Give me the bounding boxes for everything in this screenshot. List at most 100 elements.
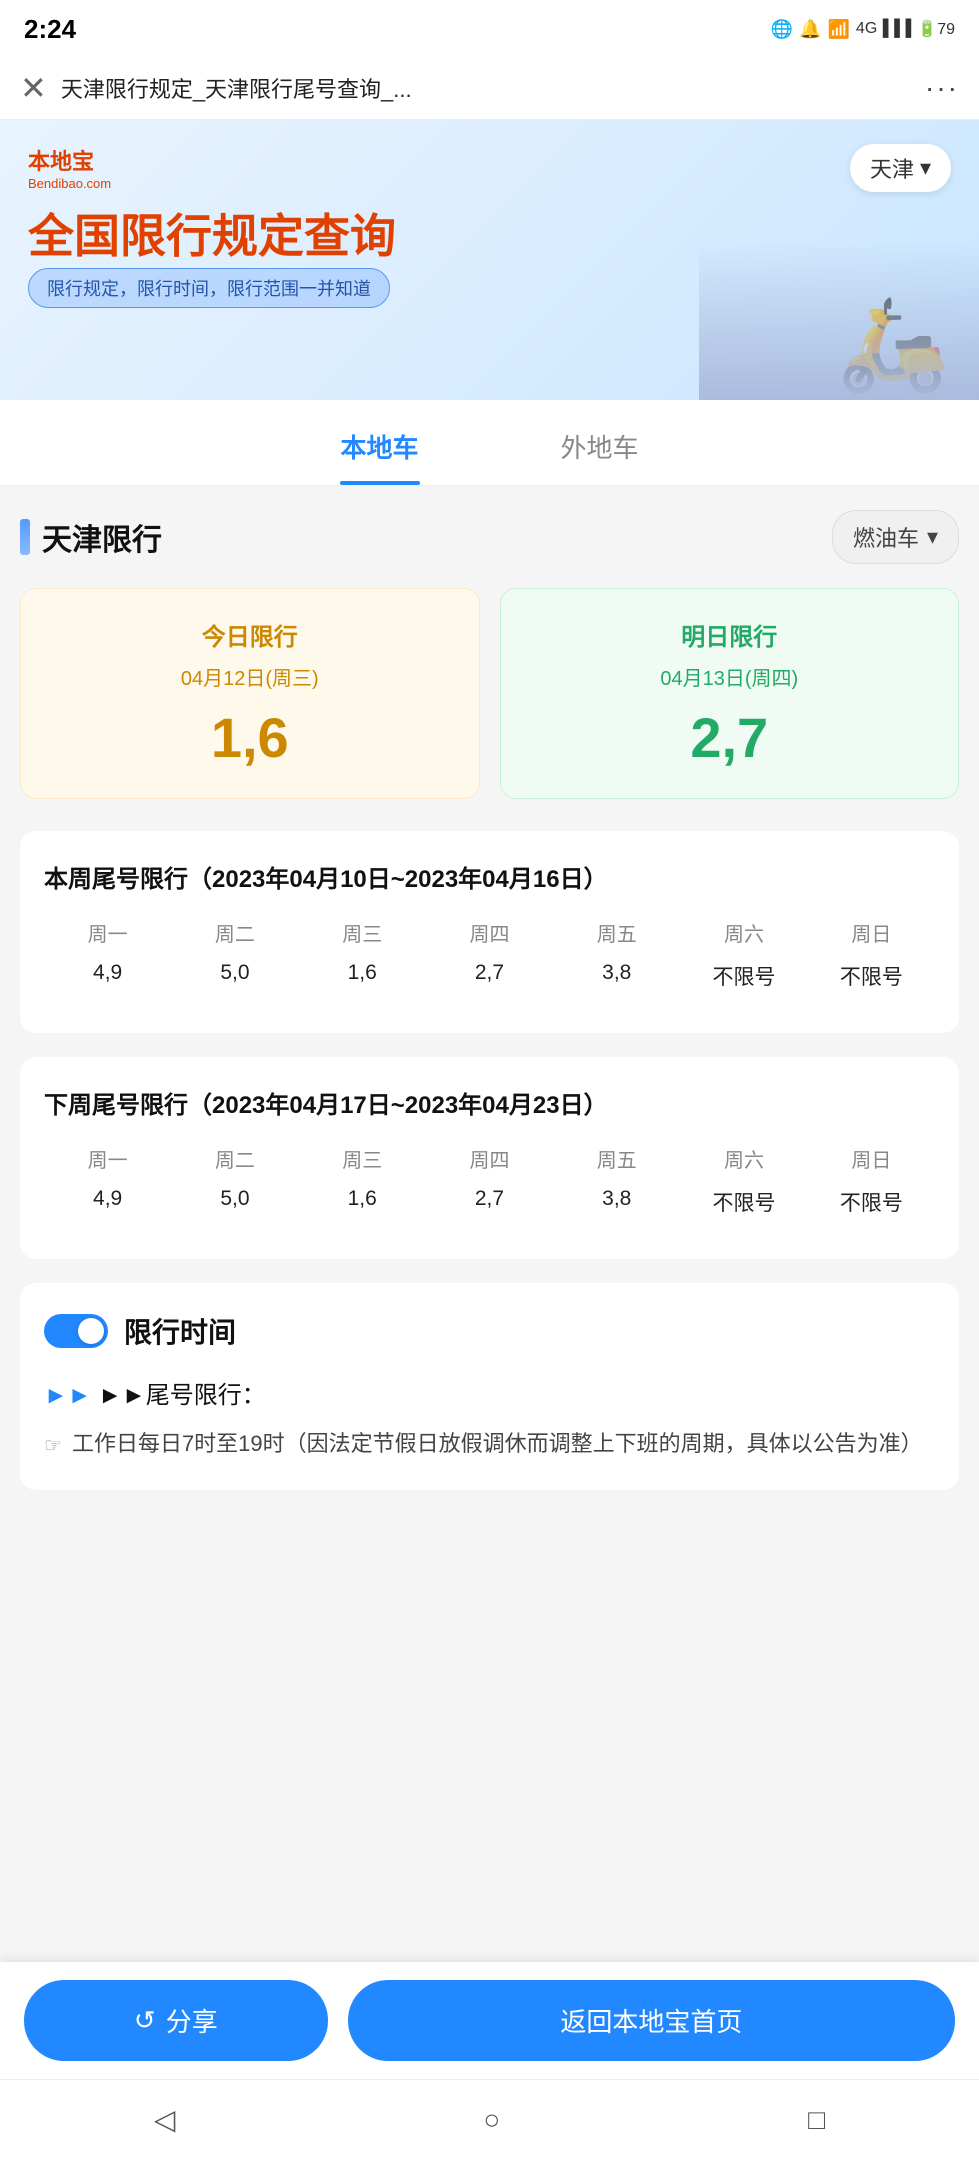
- week-header-sun: 周日: [808, 918, 935, 947]
- city-selector[interactable]: 天津 ▾: [850, 144, 951, 192]
- this-week-table: 周一 周二 周三 周四 周五 周六 周日 4,9 5,0 1,6 2,7 3,8…: [44, 918, 935, 991]
- city-label: 天津: [870, 152, 914, 184]
- status-time: 2:24: [24, 14, 76, 45]
- logo-sub: Bendibao.com: [28, 176, 111, 191]
- banner-title-part2: 限行规定: [120, 210, 304, 262]
- this-week-section: 本周尾号限行（2023年04月10日~2023年04月16日） 周一 周二 周三…: [20, 831, 959, 1033]
- close-button[interactable]: ✕: [20, 72, 47, 104]
- network-icon: 🌐: [771, 19, 793, 40]
- this-week-sat: 不限号: [680, 961, 807, 991]
- nav-recent-icon[interactable]: □: [808, 2104, 825, 2136]
- section-title-group: 天津限行: [20, 515, 162, 559]
- logo-text: 本地宝: [28, 144, 111, 176]
- section-header: 天津限行 燃油车 ▾: [20, 510, 959, 564]
- next-week-mon: 4,9: [44, 1187, 171, 1217]
- today-card-date: 04月12日(周三): [45, 662, 455, 691]
- banner-main-title: 全国限行规定查询: [28, 200, 396, 266]
- time-section: 限行时间 ►► ►►尾号限行： ☞ 工作日每日7时至19时（因法定节假日放假调休…: [20, 1283, 959, 1490]
- next-week-header-thu: 周四: [426, 1144, 553, 1173]
- week-header-wed: 周三: [299, 918, 426, 947]
- week-header-mon: 周一: [44, 918, 171, 947]
- main-content: 天津限行 燃油车 ▾ 今日限行 04月12日(周三) 1,6 明日限行 04月1…: [0, 486, 979, 1738]
- time-restriction-label: ►►尾号限行：: [98, 1382, 266, 1409]
- week-header-fri: 周五: [553, 918, 680, 947]
- tab-foreign-car[interactable]: 外地车: [490, 400, 710, 485]
- next-week-header-fri: 周五: [553, 1144, 680, 1173]
- buildings-illustration: [699, 240, 979, 400]
- time-detail-text: 工作日每日7时至19时（因法定节假日放假调休而调整上下班的周期，具体以公告为准）: [72, 1426, 923, 1461]
- nav-home-icon[interactable]: ○: [483, 2104, 500, 2136]
- this-week-fri: 3,8: [553, 961, 680, 991]
- battery-icon: 🔋79: [917, 19, 955, 39]
- next-week-header-tue: 周二: [171, 1144, 298, 1173]
- status-bar: 2:24 🌐 🔔 📶 4G▐▐▐ 🔋79: [0, 0, 979, 56]
- time-title: 限行时间: [124, 1311, 236, 1351]
- nav-back-icon[interactable]: ◁: [154, 2103, 176, 2136]
- city-dropdown-icon: ▾: [920, 155, 931, 181]
- wifi-icon: 📶: [828, 19, 850, 40]
- banner-title-part3: 查询: [304, 210, 396, 262]
- tab-local-car-label: 本地车: [340, 433, 418, 463]
- toggle-knob: [78, 1318, 104, 1344]
- tab-bar: 本地车 外地车: [0, 400, 979, 486]
- tomorrow-card-date: 04月13日(周四): [525, 662, 935, 691]
- this-week-title: 本周尾号限行（2023年04月10日~2023年04月16日）: [44, 859, 935, 894]
- signal-icon: 4G▐▐▐: [856, 20, 911, 38]
- this-week-thu: 2,7: [426, 961, 553, 991]
- browser-bar: ✕ 天津限行规定_天津限行尾号查询_... ···: [0, 56, 979, 120]
- share-icon: ↺: [134, 2005, 156, 2036]
- time-arrow-label: ►► ►►尾号限行：: [44, 1375, 935, 1410]
- time-detail: ☞ 工作日每日7时至19时（因法定节假日放假调休而调整上下班的周期，具体以公告为…: [44, 1426, 935, 1462]
- section-title: 天津限行: [42, 515, 162, 559]
- next-week-title: 下周尾号限行（2023年04月17日~2023年04月23日）: [44, 1085, 935, 1120]
- tomorrow-card: 明日限行 04月13日(周四) 2,7: [500, 588, 960, 799]
- banner-logo: 本地宝 Bendibao.com: [28, 144, 111, 191]
- today-card: 今日限行 04月12日(周三) 1,6: [20, 588, 480, 799]
- banner-title-part1: 全国: [28, 210, 120, 262]
- next-week-header-mon: 周一: [44, 1144, 171, 1173]
- this-week-header-row: 周一 周二 周三 周四 周五 周六 周日: [44, 918, 935, 947]
- fuel-type-selector[interactable]: 燃油车 ▾: [832, 510, 959, 564]
- time-arrow-icon: ►►: [44, 1382, 98, 1409]
- fuel-dropdown-icon: ▾: [927, 524, 938, 550]
- next-week-fri: 3,8: [553, 1187, 680, 1217]
- bottom-action-bar: ↺ 分享 返回本地宝首页: [0, 1962, 979, 2079]
- tomorrow-card-numbers: 2,7: [525, 705, 935, 770]
- next-week-wed: 1,6: [299, 1187, 426, 1217]
- tab-local-car[interactable]: 本地车: [270, 400, 490, 485]
- home-label: 返回本地宝首页: [560, 2007, 742, 2037]
- today-card-numbers: 1,6: [45, 705, 455, 770]
- next-week-thu: 2,7: [426, 1187, 553, 1217]
- time-toggle[interactable]: [44, 1314, 108, 1348]
- next-week-sun: 不限号: [808, 1187, 935, 1217]
- tomorrow-card-label: 明日限行: [525, 617, 935, 652]
- share-label: 分享: [166, 2002, 218, 2039]
- this-week-value-row: 4,9 5,0 1,6 2,7 3,8 不限号 不限号: [44, 961, 935, 991]
- next-week-value-row: 4,9 5,0 1,6 2,7 3,8 不限号 不限号: [44, 1187, 935, 1217]
- next-week-header-sun: 周日: [808, 1144, 935, 1173]
- section-accent-icon: [20, 519, 30, 555]
- time-header: 限行时间: [44, 1311, 935, 1351]
- next-week-header-sat: 周六: [680, 1144, 807, 1173]
- tab-foreign-car-label: 外地车: [560, 433, 638, 463]
- banner-subtitle: 限行规定，限行时间，限行范围一并知道: [28, 268, 390, 308]
- restriction-cards: 今日限行 04月12日(周三) 1,6 明日限行 04月13日(周四) 2,7: [20, 588, 959, 799]
- home-button[interactable]: 返回本地宝首页: [348, 1980, 955, 2061]
- this-week-sun: 不限号: [808, 961, 935, 991]
- today-card-label: 今日限行: [45, 617, 455, 652]
- next-week-header-row: 周一 周二 周三 周四 周五 周六 周日: [44, 1144, 935, 1173]
- this-week-mon: 4,9: [44, 961, 171, 991]
- week-header-tue: 周二: [171, 918, 298, 947]
- this-week-wed: 1,6: [299, 961, 426, 991]
- share-button[interactable]: ↺ 分享: [24, 1980, 328, 2061]
- banner: 本地宝 Bendibao.com 全国限行规定查询 限行规定，限行时间，限行范围…: [0, 120, 979, 400]
- this-week-tue: 5,0: [171, 961, 298, 991]
- week-header-thu: 周四: [426, 918, 553, 947]
- next-week-table: 周一 周二 周三 周四 周五 周六 周日 4,9 5,0 1,6 2,7 3,8…: [44, 1144, 935, 1217]
- more-button[interactable]: ···: [925, 72, 959, 104]
- next-week-section: 下周尾号限行（2023年04月17日~2023年04月23日） 周一 周二 周三…: [20, 1057, 959, 1259]
- next-week-tue: 5,0: [171, 1187, 298, 1217]
- browser-title: 天津限行规定_天津限行尾号查询_...: [61, 72, 911, 104]
- nav-bar: ◁ ○ □: [0, 2079, 979, 2159]
- fuel-type-label: 燃油车: [853, 521, 919, 553]
